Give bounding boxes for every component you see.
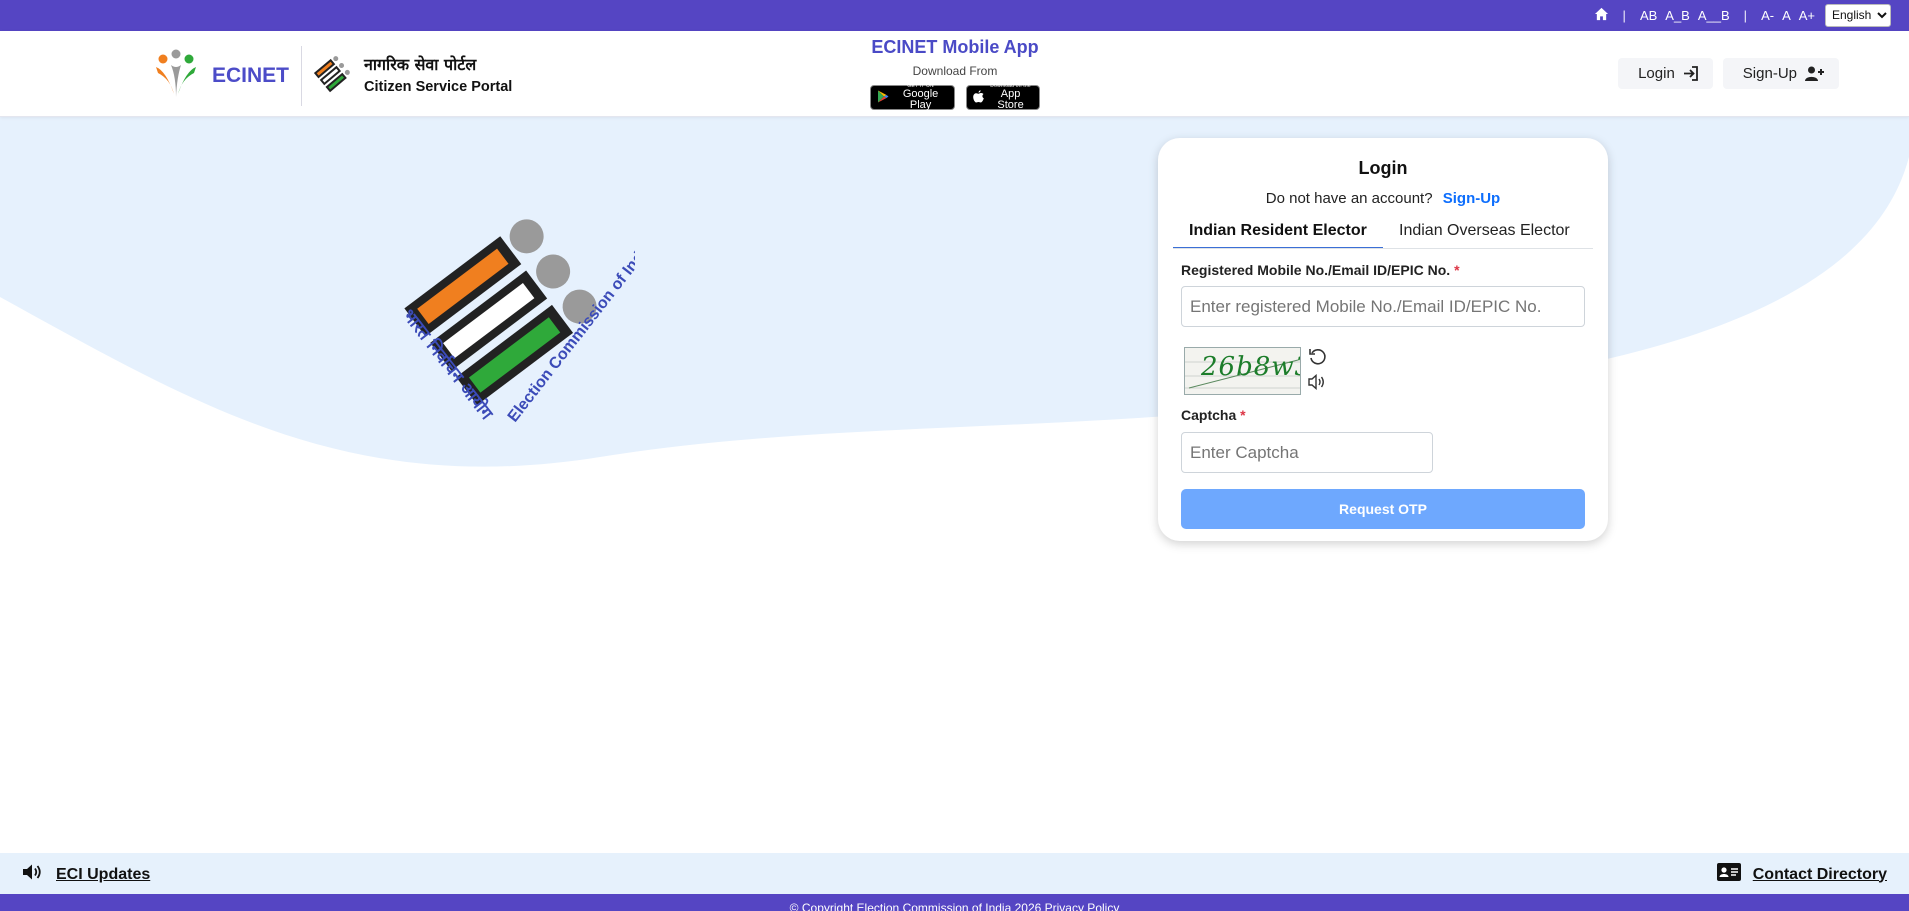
request-otp-button[interactable]: Request OTP xyxy=(1181,489,1585,529)
separator: | xyxy=(1743,7,1748,23)
eci-updates-link[interactable]: ECI Updates xyxy=(56,866,150,884)
updates-bar: ECI Updates Contact Directory xyxy=(0,853,1909,894)
site-header: ECINET नागरिक सेवा पोर्टल Citizen Servic… xyxy=(0,31,1909,117)
google-play-badge[interactable]: GET IT ON Google Play xyxy=(870,84,956,111)
font-decrease-button[interactable]: A- xyxy=(1761,8,1774,23)
login-card: Login Do not have an account? Sign-Up In… xyxy=(1158,138,1608,541)
hero-wave-background xyxy=(0,117,1909,467)
separator: | xyxy=(1622,7,1626,23)
language-select[interactable]: English xyxy=(1825,3,1891,27)
font-increase-button[interactable]: A+ xyxy=(1799,8,1815,23)
text-spacing-medium[interactable]: A_B xyxy=(1665,8,1690,23)
header-login-label: Login xyxy=(1638,65,1675,82)
mobile-app-promo: ECINET Mobile App Download From GET IT O… xyxy=(870,37,1040,111)
eci-updates-area: ECI Updates xyxy=(22,863,150,886)
top-utility-bar: | AB A_B A__B | A- A A+ English xyxy=(0,0,1909,31)
header-signup-button[interactable]: Sign-Up xyxy=(1722,58,1839,89)
required-mark: * xyxy=(1454,262,1460,278)
mobile-email-epic-label-text: Registered Mobile No./Email ID/EPIC No. xyxy=(1181,262,1451,278)
required-mark: * xyxy=(1240,407,1246,423)
header-login-button[interactable]: Login xyxy=(1618,58,1713,89)
accessibility-tools: | AB A_B A__B | A- A A+ English xyxy=(1590,3,1891,27)
login-card-title: Login xyxy=(1358,158,1408,178)
captcha-input[interactable] xyxy=(1181,432,1433,473)
captcha-row: 26b8w3 xyxy=(1184,347,1608,395)
text-spacing-normal[interactable]: AB xyxy=(1640,8,1657,23)
tab-indian-resident-elector[interactable]: Indian Resident Elector xyxy=(1173,216,1383,248)
text-spacing-large[interactable]: A__B xyxy=(1698,8,1730,23)
captcha-code: 26b8w3 xyxy=(1201,352,1301,382)
no-account-text: Do not have an account? xyxy=(1265,190,1433,207)
user-plus-icon xyxy=(1805,66,1824,81)
elector-type-tabs: Indian Resident Elector Indian Overseas … xyxy=(1173,216,1593,249)
signup-link[interactable]: Sign-Up xyxy=(1443,190,1501,207)
font-normal-button[interactable]: A xyxy=(1782,8,1791,23)
mobile-email-epic-label: Registered Mobile No./Email ID/EPIC No. … xyxy=(1181,262,1608,278)
portal-title-english: Citizen Service Portal xyxy=(364,78,513,95)
captcha-image: 26b8w3 xyxy=(1184,347,1301,395)
signup-prompt: Do not have an account? Sign-Up xyxy=(1158,190,1608,207)
brand-area[interactable]: ECINET नागरिक सेवा पोर्टल Citizen Servic… xyxy=(152,46,512,106)
refresh-captcha-icon[interactable] xyxy=(1308,347,1328,370)
sign-in-icon xyxy=(1683,66,1698,81)
brand-name: ECINET xyxy=(212,64,290,87)
app-store-badge[interactable]: Download on the App Store xyxy=(966,84,1040,111)
audio-captcha-icon[interactable] xyxy=(1308,373,1328,393)
ecinet-logo-icon xyxy=(152,49,200,104)
apple-icon xyxy=(973,89,984,106)
app-store-text: App Store xyxy=(997,88,1024,111)
portal-title-hindi: नागरिक सेवा पोर्टल xyxy=(364,55,477,75)
contact-directory-area: Contact Directory xyxy=(1716,863,1887,886)
google-play-text: Google Play xyxy=(902,88,939,111)
contact-card-icon xyxy=(1716,863,1741,886)
captcha-controls xyxy=(1308,347,1328,393)
google-play-icon xyxy=(877,90,889,106)
download-from-label: Download From xyxy=(912,64,998,78)
copyright-text: © Copyright Election Commission of India… xyxy=(789,901,1120,911)
tab-indian-overseas-elector[interactable]: Indian Overseas Elector xyxy=(1383,216,1586,248)
mobile-email-epic-input[interactable] xyxy=(1181,286,1585,327)
captcha-label-text: Captcha xyxy=(1181,407,1237,423)
header-signup-label: Sign-Up xyxy=(1742,65,1797,82)
mobile-app-title: ECINET Mobile App xyxy=(871,37,1039,57)
eci-small-logo-icon xyxy=(312,53,354,100)
contact-directory-link[interactable]: Contact Directory xyxy=(1753,866,1887,884)
eci-emblem-logo: भारत निर्वाचन आयोग Election Commission o… xyxy=(398,219,635,425)
brand-divider xyxy=(301,46,303,106)
site-footer: © Copyright Election Commission of India… xyxy=(0,894,1909,911)
auth-buttons: Login Sign-Up xyxy=(1618,58,1839,89)
portal-titles: नागरिक सेवा पोर्टल Citizen Service Porta… xyxy=(364,55,512,97)
store-badges: GET IT ON Google Play Download on the Ap… xyxy=(870,84,1040,111)
captcha-label: Captcha * xyxy=(1181,407,1608,423)
speaker-icon xyxy=(22,863,44,886)
home-icon[interactable] xyxy=(1594,7,1609,24)
